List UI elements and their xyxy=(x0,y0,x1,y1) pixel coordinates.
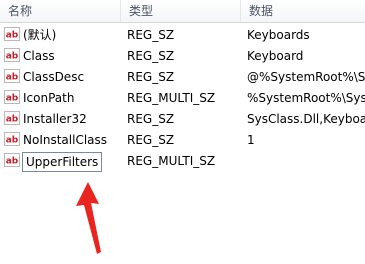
red-arrow xyxy=(76,182,101,254)
